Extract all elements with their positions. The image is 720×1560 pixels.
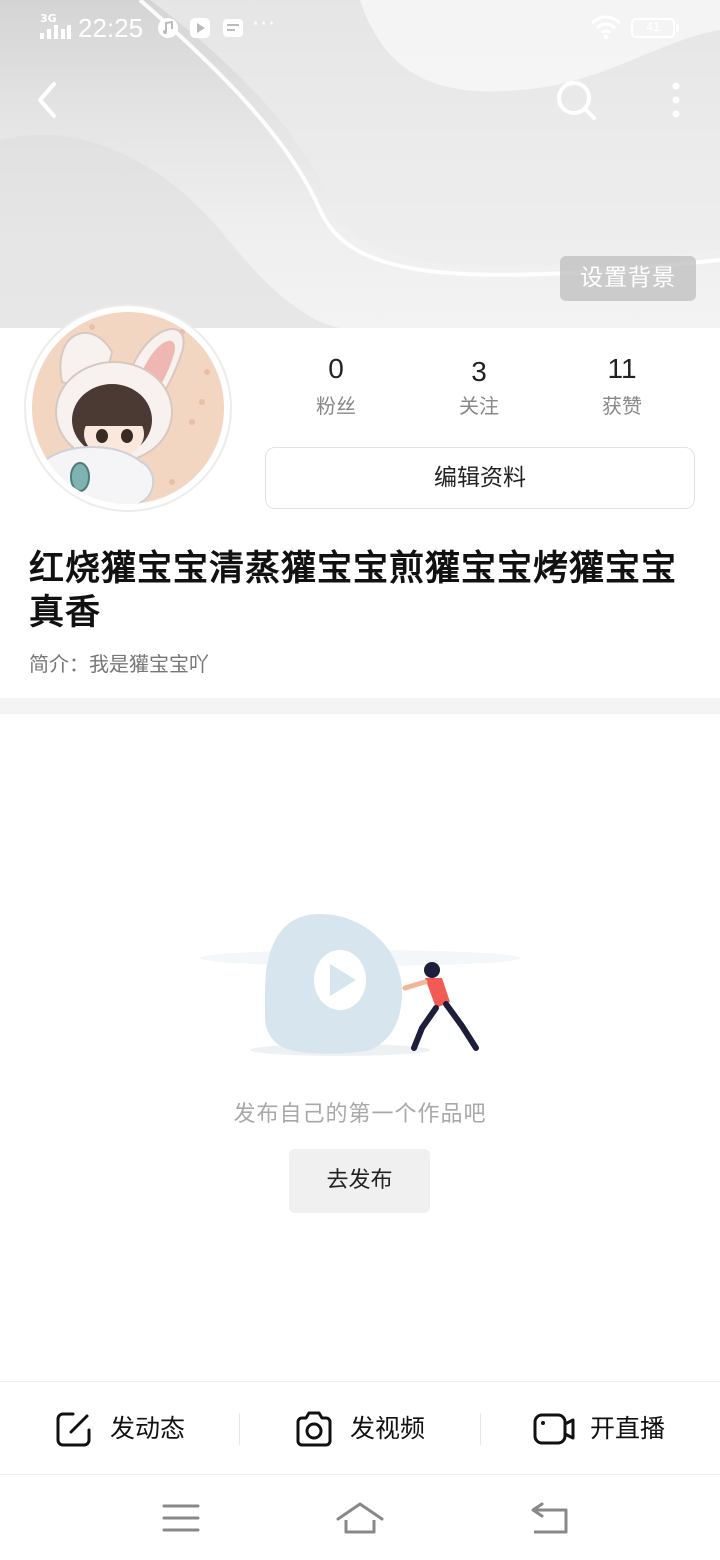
- camera-icon: [294, 1410, 332, 1448]
- stat-value: 11: [607, 353, 637, 384]
- search-icon[interactable]: [552, 76, 600, 124]
- stat-label: 关注: [459, 394, 499, 418]
- stat-label: 获赞: [602, 394, 642, 418]
- clock: 22:25: [78, 13, 144, 43]
- system-navigation-bar: [0, 1476, 720, 1560]
- vertical-dots-icon[interactable]: [660, 78, 692, 122]
- go-live-label: 开直播: [590, 1414, 666, 1443]
- edit-profile-button[interactable]: 编辑资料: [265, 447, 695, 509]
- stat-label: 粉丝: [316, 394, 356, 418]
- home-icon[interactable]: [335, 1500, 385, 1536]
- battery-icon: 41: [631, 18, 679, 38]
- edit-post-icon: [55, 1410, 93, 1448]
- status-bar: 3G 22:25 ··· 41: [0, 0, 720, 58]
- live-camera-icon: [532, 1410, 576, 1448]
- battery-level: 41: [645, 19, 661, 34]
- publish-button[interactable]: 去发布: [289, 1149, 430, 1213]
- back-icon[interactable]: [524, 1500, 574, 1536]
- stat-fans[interactable]: 0 粉丝: [264, 350, 408, 419]
- nickname: 红烧獾宝宝清蒸獾宝宝煎獾宝宝烤獾宝宝真香: [29, 549, 678, 633]
- avatar-illustration: [32, 312, 224, 504]
- stat-following[interactable]: 3 关注: [407, 353, 551, 419]
- post-update-label: 发动态: [110, 1414, 186, 1443]
- bottom-action-bar: 发动态 发视频 开直播: [0, 1381, 720, 1475]
- message-icon: [222, 17, 244, 39]
- profile-stats: 0 粉丝 3 关注 11 获赞: [264, 350, 694, 430]
- go-live-button[interactable]: 开直播: [480, 1382, 720, 1476]
- avatar[interactable]: [32, 312, 224, 504]
- wifi-icon: [590, 14, 622, 40]
- avatar-frame[interactable]: [24, 304, 232, 512]
- stat-likes[interactable]: 11 获赞: [550, 350, 694, 419]
- menu-icon[interactable]: [156, 1500, 206, 1536]
- post-video-label: 发视频: [350, 1414, 426, 1443]
- section-divider: [0, 698, 720, 714]
- post-update-button[interactable]: 发动态: [0, 1382, 240, 1476]
- stat-value: 3: [471, 356, 487, 387]
- signal-icon: 3G: [40, 12, 72, 39]
- more-dots-icon: ···: [252, 12, 276, 37]
- music-icon: [157, 17, 179, 39]
- video-play-icon: [189, 17, 211, 39]
- bio-text: 简介：我是獾宝宝吖: [29, 652, 209, 676]
- back-arrow-icon[interactable]: [26, 78, 70, 122]
- profile-banner[interactable]: 3G 22:25 ··· 41 设置背景: [0, 0, 720, 328]
- empty-state-illustration: [200, 900, 520, 1070]
- empty-state-message: 发布自己的第一个作品吧: [233, 1102, 487, 1127]
- post-video-button[interactable]: 发视频: [240, 1382, 480, 1476]
- stat-value: 0: [328, 353, 344, 384]
- set-background-button[interactable]: 设置背景: [560, 256, 696, 301]
